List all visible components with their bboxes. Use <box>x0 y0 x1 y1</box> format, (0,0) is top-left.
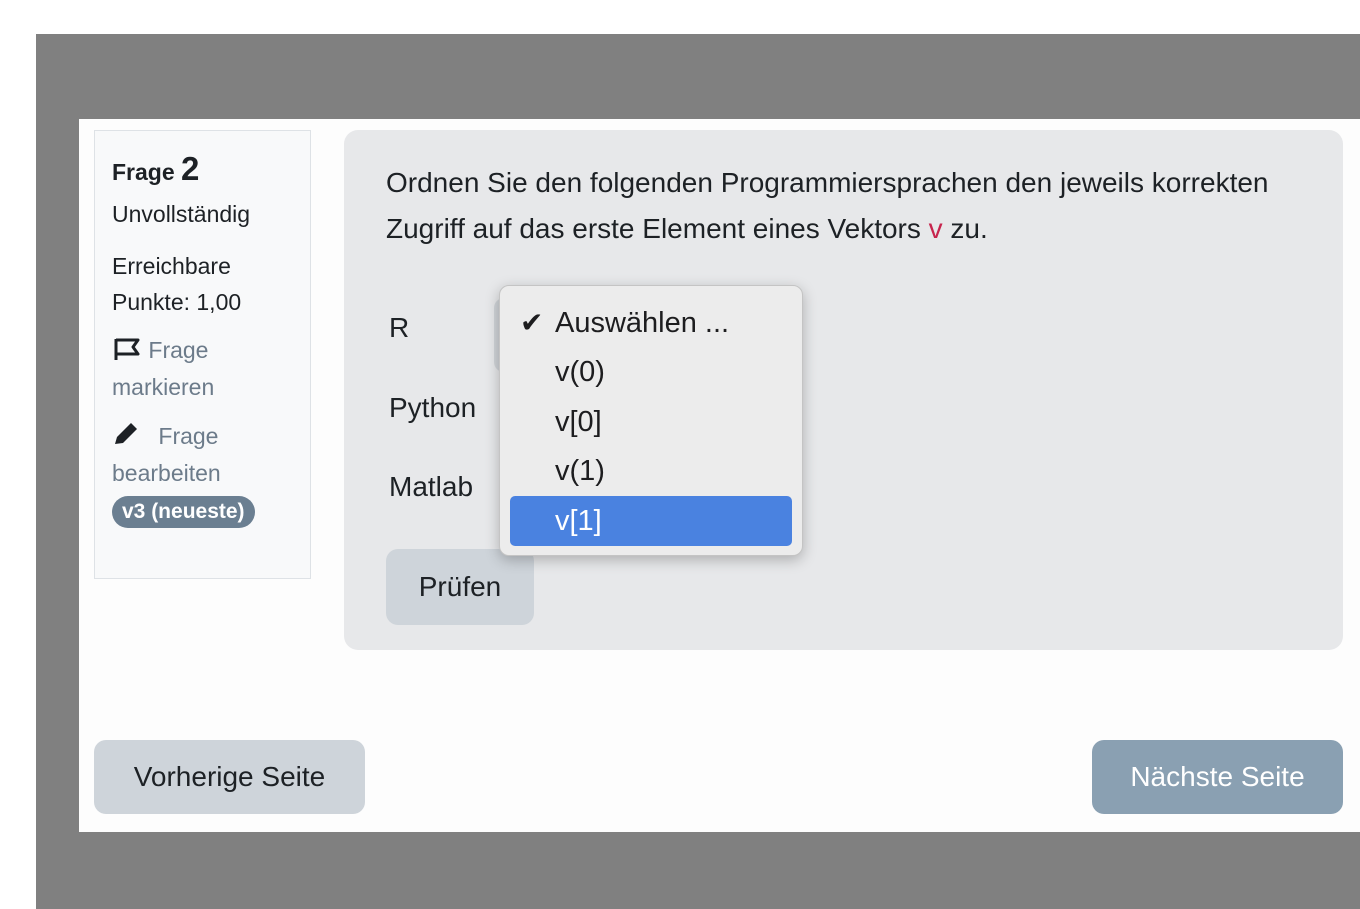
question-info-panel: Frage 2 Unvollständig Erreichbare Punkte… <box>94 130 311 579</box>
option-v-paren-1[interactable]: v(1) <box>510 446 792 496</box>
grade-line-1: Erreichbare <box>112 253 231 279</box>
question-number: 2 <box>181 150 200 187</box>
edit-label-1: Frage <box>158 423 219 449</box>
dropdown-menu: ✔ Auswählen ... v(0) v[0] v(1) v[1] <box>499 285 803 556</box>
row-label-r: R <box>389 312 410 343</box>
question-text: Ordnen Sie den folgenden Programmierspra… <box>386 160 1326 252</box>
flag-icon <box>112 337 148 363</box>
option-v-bracket-0[interactable]: v[0] <box>510 397 792 447</box>
row-label-python: Python <box>389 392 477 423</box>
next-page-button[interactable]: Nächste Seite <box>1092 740 1343 814</box>
option-v-paren-0[interactable]: v(0) <box>510 347 792 397</box>
question-state: Unvollständig <box>112 201 251 227</box>
version-badge: v3 (neueste) <box>112 496 255 528</box>
flag-question-link[interactable]: Frage markieren <box>112 332 310 406</box>
question-text-part-2: zu. <box>942 213 988 244</box>
vector-code: v <box>928 213 943 244</box>
checkmark-icon: ✔ <box>520 307 544 338</box>
question-label: Frage <box>112 159 175 185</box>
question-grade: Erreichbare Punkte: 1,00 <box>112 248 310 320</box>
row-label-matlab: Matlab <box>389 471 474 502</box>
edit-question-link[interactable]: Frage bearbeiten <box>112 418 310 492</box>
previous-page-button[interactable]: Vorherige Seite <box>94 740 365 814</box>
question-text-part-1: Ordnen Sie den folgenden Programmierspra… <box>386 167 1269 244</box>
flag-label-2: markieren <box>112 374 215 400</box>
pencil-icon <box>112 423 158 449</box>
option-select[interactable]: ✔ Auswählen ... <box>510 298 792 348</box>
option-label: Auswählen ... <box>555 307 730 339</box>
check-button[interactable]: Prüfen <box>386 549 534 625</box>
question-title: Frage 2 <box>112 152 310 186</box>
grade-line-2: Punkte: 1,00 <box>112 289 242 315</box>
option-v-bracket-1[interactable]: v[1] <box>510 496 792 546</box>
flag-label-1: Frage <box>148 337 209 363</box>
edit-label-2: bearbeiten <box>112 460 221 486</box>
